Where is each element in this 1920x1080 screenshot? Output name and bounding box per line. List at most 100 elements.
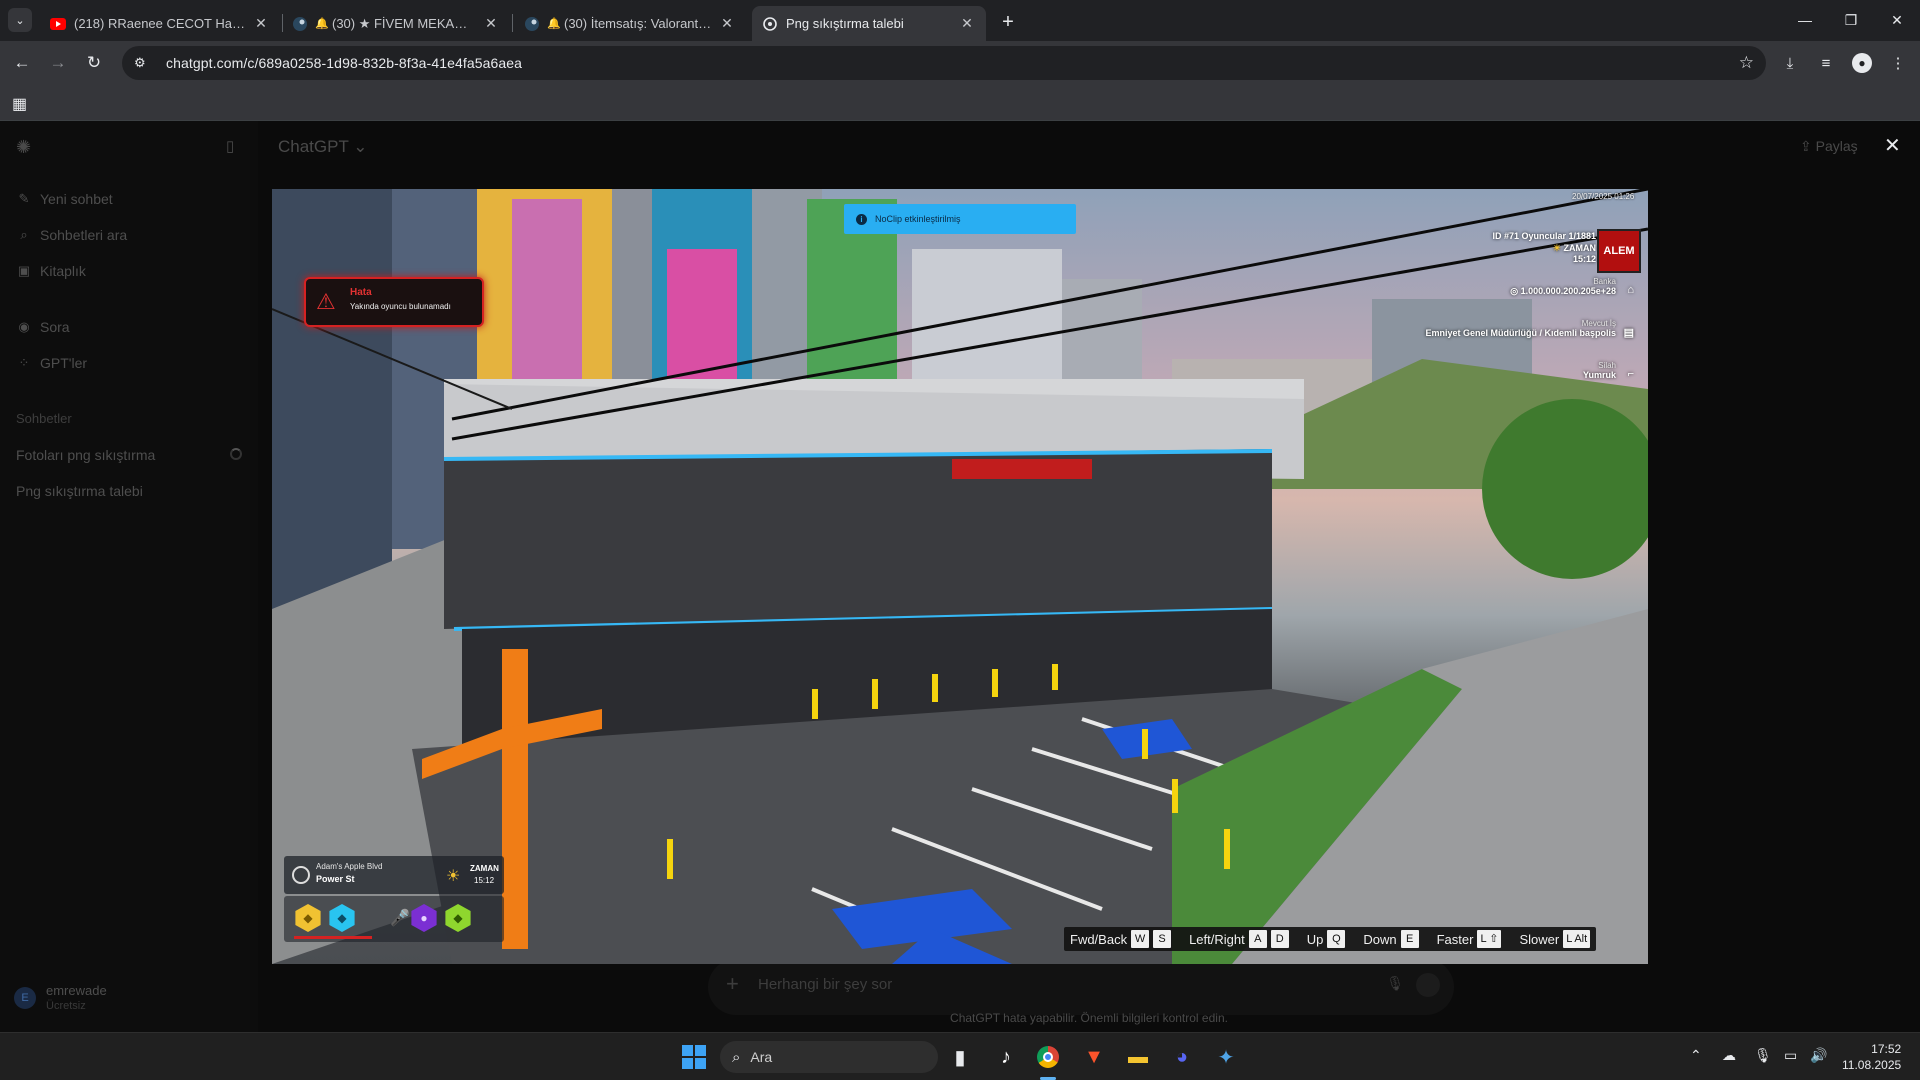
close-icon[interactable]: ✕ xyxy=(482,15,500,33)
tab-chatgpt[interactable]: Png sıkıştırma talebi ✕ xyxy=(752,6,986,41)
folder-icon: ▬ xyxy=(1128,1045,1148,1068)
kebab-menu-icon: ⋮ xyxy=(1890,55,1906,72)
chevron-down-icon: ⌄ xyxy=(353,137,368,156)
steam-icon xyxy=(292,16,308,32)
model-selector[interactable]: ChatGPT ⌄ xyxy=(278,137,368,157)
tiktok-app[interactable]: ♪ xyxy=(990,1041,1022,1073)
network-icon[interactable]: ▭ xyxy=(1784,1047,1797,1064)
microphone-icon[interactable]: 🎙 xyxy=(1386,975,1404,992)
composer[interactable]: + Herhangi bir şey sor 🎙 xyxy=(708,959,1454,1015)
coin-icon: ◎ xyxy=(1510,286,1519,296)
image-viewer-close-button[interactable]: ✕ xyxy=(1884,133,1901,158)
control-up: Up Q xyxy=(1307,930,1346,948)
restore-button[interactable]: ❐ xyxy=(1828,0,1874,40)
info-icon: i xyxy=(856,213,867,225)
file-explorer-app[interactable]: ▬ xyxy=(1122,1041,1154,1073)
hud-job: Mevcut İş Emniyet Genel Müdürlüğü / Kıde… xyxy=(1425,319,1634,339)
hud-weapon: Silah Yumruk ⌐ xyxy=(1583,361,1634,380)
sidebar-item-search[interactable]: ⌕ Sohbetleri ara xyxy=(16,227,127,243)
close-icon[interactable]: ✕ xyxy=(718,15,736,33)
discord-app[interactable]: ◕ xyxy=(1166,1041,1198,1073)
reload-button[interactable]: ↻ xyxy=(80,49,108,77)
bank-value: 1.000.000.200.205e+28 xyxy=(1520,286,1616,296)
chevron-up-icon[interactable]: ⌃ xyxy=(1690,1047,1702,1064)
downloads-button[interactable]: ⤓ xyxy=(1776,49,1804,77)
taskbar-clock[interactable]: 17:52 11.08.2025 xyxy=(1842,1041,1901,1073)
menu-button[interactable]: ⋮ xyxy=(1884,49,1912,77)
plus-icon[interactable]: + xyxy=(726,971,739,997)
tab-youtube[interactable]: (218) RRaenee CECOT Hapishane ✕ xyxy=(40,6,280,41)
hud-zaman-time: 15:12 xyxy=(1572,254,1596,264)
sidebar-item-library[interactable]: ▣ Kitaplık xyxy=(16,263,86,279)
user-menu[interactable]: E emrewade Ücretsiz xyxy=(14,983,107,1012)
minimize-button[interactable]: — xyxy=(1782,0,1828,40)
profile-avatar[interactable]: ● xyxy=(1852,53,1872,73)
fivem-app[interactable]: ✦ xyxy=(1210,1041,1242,1073)
media-controls-icon: ≡ xyxy=(1821,54,1831,72)
composer-placeholder: Herhangi bir şey sor xyxy=(758,976,893,993)
close-window-button[interactable]: ✕ xyxy=(1874,0,1920,40)
start-button[interactable] xyxy=(678,1041,710,1073)
tab-fivem[interactable]: 🔔 (30) ★ FİVEM MEKANİK YM ✕ xyxy=(282,6,510,41)
microphone-icon[interactable]: 🎙 xyxy=(1754,1047,1772,1064)
chrome-icon xyxy=(1037,1046,1059,1068)
street-primary: Adam's Apple Blvd xyxy=(316,862,383,871)
brave-app[interactable]: ▼ xyxy=(1078,1041,1110,1073)
warning-icon: ⚠ xyxy=(316,289,336,314)
forward-button[interactable]: → xyxy=(44,49,72,77)
new-tab-button[interactable]: + xyxy=(996,10,1020,34)
openai-logo-icon[interactable]: ✺ xyxy=(16,137,31,158)
sidebar-toggle-icon[interactable]: ▯ xyxy=(226,137,234,155)
apps-grid-icon[interactable]: ▦ xyxy=(12,94,27,114)
discord-icon: ◕ xyxy=(1175,1045,1189,1068)
voice-mode-button[interactable] xyxy=(1416,973,1440,997)
sidebar-item-new-chat[interactable]: ✎ Yeni sohbet xyxy=(16,191,113,207)
address-bar[interactable]: ⚙ chatgpt.com/c/689a0258-1d98-832b-8f3a-… xyxy=(122,46,1766,80)
gun-icon: ⌐ xyxy=(1627,368,1634,380)
onedrive-icon[interactable]: ☁ xyxy=(1722,1047,1736,1064)
food-icon: ◆ xyxy=(295,904,321,932)
tab-title: (30) İtemsatış: Valorant VP, E xyxy=(564,16,712,31)
close-icon: ✕ xyxy=(1891,11,1903,28)
close-icon[interactable]: ✕ xyxy=(958,15,976,33)
hud-location: Adam's Apple Blvd Power St ☀ ZAMAN 15:12 xyxy=(284,856,504,894)
weather-icon: ☀ xyxy=(446,868,461,885)
taskbar-search[interactable]: ⌕ Ara xyxy=(720,1041,938,1073)
bank-icon: ⌂ xyxy=(1627,284,1634,296)
bookmark-star-icon[interactable]: ☆ xyxy=(1739,53,1754,73)
site-info-icon[interactable]: ⚙ xyxy=(134,55,154,71)
sora-icon: ◉ xyxy=(18,319,30,334)
microphone-icon: 🎤 xyxy=(390,910,410,927)
chrome-app[interactable] xyxy=(1032,1041,1064,1073)
share-button[interactable]: ⇪ Paylaş xyxy=(1800,138,1858,155)
windows-taskbar: ⌕ Ara ▮ ♪ ▼ ▬ ◕ ✦ ⌃ ☁ 🎙 ▭ 🔊 17:52 11.08.… xyxy=(0,1032,1920,1080)
tab-search-button[interactable]: ⌄ xyxy=(8,8,32,32)
sidebar-item-gpts[interactable]: ⁘ GPT'ler xyxy=(16,355,87,371)
control-left-right: Left/Right A D xyxy=(1189,930,1289,948)
back-button[interactable]: ← xyxy=(8,49,36,77)
server-logo: ALEM xyxy=(1597,229,1641,273)
sidebar-item-label: GPT'ler xyxy=(40,355,88,371)
taskbar-search-placeholder: Ara xyxy=(750,1049,773,1065)
tab-itemsatis[interactable]: 🔔 (30) İtemsatış: Valorant VP, E ✕ xyxy=(514,6,746,41)
user-name: emrewade xyxy=(46,983,107,998)
windows-logo-icon xyxy=(682,1045,706,1069)
gpts-icon: ⁘ xyxy=(18,355,30,370)
stress-icon: ● xyxy=(411,904,437,932)
task-view-button[interactable]: ▮ xyxy=(944,1041,976,1073)
sidebar-chat-item[interactable]: Fotoları png sıkıştırma xyxy=(16,447,155,463)
volume-icon[interactable]: 🔊 xyxy=(1810,1047,1827,1064)
close-icon[interactable]: ✕ xyxy=(252,15,270,33)
download-icon: ⤓ xyxy=(1786,54,1794,72)
sidebar-chat-item[interactable]: Png sıkıştırma talebi xyxy=(16,483,143,499)
share-label: Paylaş xyxy=(1815,138,1858,154)
clock-date: 11.08.2025 xyxy=(1842,1058,1902,1072)
job-value: Emniyet Genel Müdürlüğü / Kıdemli başpol… xyxy=(1425,328,1616,338)
chatgpt-icon xyxy=(762,16,778,32)
sidebar-item-sora[interactable]: ◉ Sora xyxy=(16,319,69,335)
clock-time: 17:52 xyxy=(1871,1042,1902,1056)
fivem-icon: ✦ xyxy=(1217,1046,1235,1069)
error-title: Hata xyxy=(350,287,372,298)
media-button[interactable]: ≡ xyxy=(1812,49,1840,77)
health-bar xyxy=(294,936,372,939)
